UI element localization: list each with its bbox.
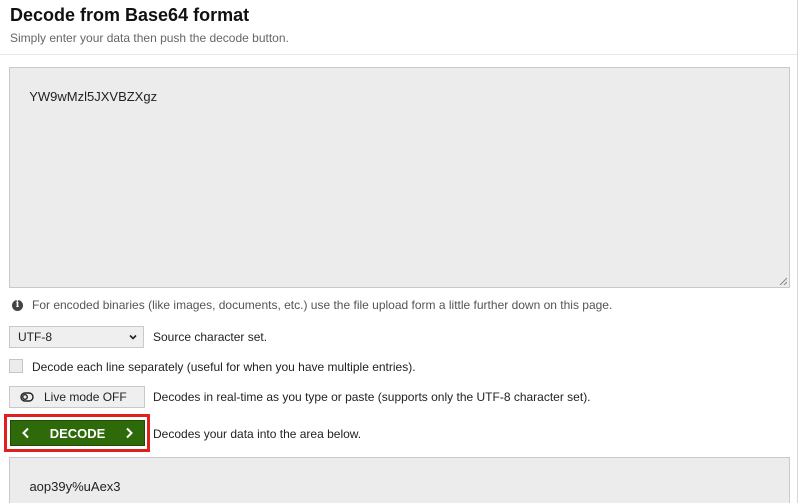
decoded-output-textarea[interactable]: aop39y%uAex3 bbox=[9, 457, 790, 503]
page-title: Decode from Base64 format bbox=[10, 5, 250, 25]
right-border bbox=[797, 0, 798, 503]
page-subtitle: Simply enter your data then push the dec… bbox=[10, 31, 289, 45]
binary-upload-note: i For encoded binaries (like images, doc… bbox=[12, 297, 612, 313]
header-divider bbox=[0, 54, 797, 55]
decode-page: Decode from Base64 format Simply enter y… bbox=[0, 0, 799, 503]
decoded-output-value: aop39y%uAex3 bbox=[29, 479, 121, 494]
resize-grip-icon[interactable] bbox=[779, 277, 787, 285]
encoded-input-value: YW9wMzl5JXVBZXgz bbox=[29, 89, 158, 104]
toggle-off-icon bbox=[20, 392, 34, 402]
charset-select[interactable]: UTF-8 bbox=[9, 326, 144, 348]
each-line-label: Decode each line separately (useful for … bbox=[32, 360, 416, 374]
decode-description: Decodes your data into the area below. bbox=[153, 427, 362, 441]
info-icon: i bbox=[12, 299, 23, 311]
each-line-checkbox[interactable] bbox=[9, 359, 23, 373]
decode-button[interactable]: DECODE bbox=[10, 420, 145, 446]
live-mode-button[interactable]: Live mode OFF bbox=[9, 386, 145, 408]
live-mode-label: Live mode OFF bbox=[44, 390, 127, 404]
chevron-left-icon bbox=[22, 427, 29, 439]
chevron-down-icon bbox=[129, 334, 137, 340]
encoded-input-textarea[interactable]: YW9wMzl5JXVBZXgz bbox=[9, 67, 790, 288]
chevron-right-icon bbox=[126, 427, 133, 439]
binary-upload-note-text: For encoded binaries (like images, docum… bbox=[32, 298, 613, 312]
live-mode-description: Decodes in real-time as you type or past… bbox=[153, 390, 591, 404]
charset-selected-value: UTF-8 bbox=[18, 330, 52, 344]
charset-label: Source character set. bbox=[153, 330, 268, 344]
decode-button-label: DECODE bbox=[49, 425, 106, 441]
